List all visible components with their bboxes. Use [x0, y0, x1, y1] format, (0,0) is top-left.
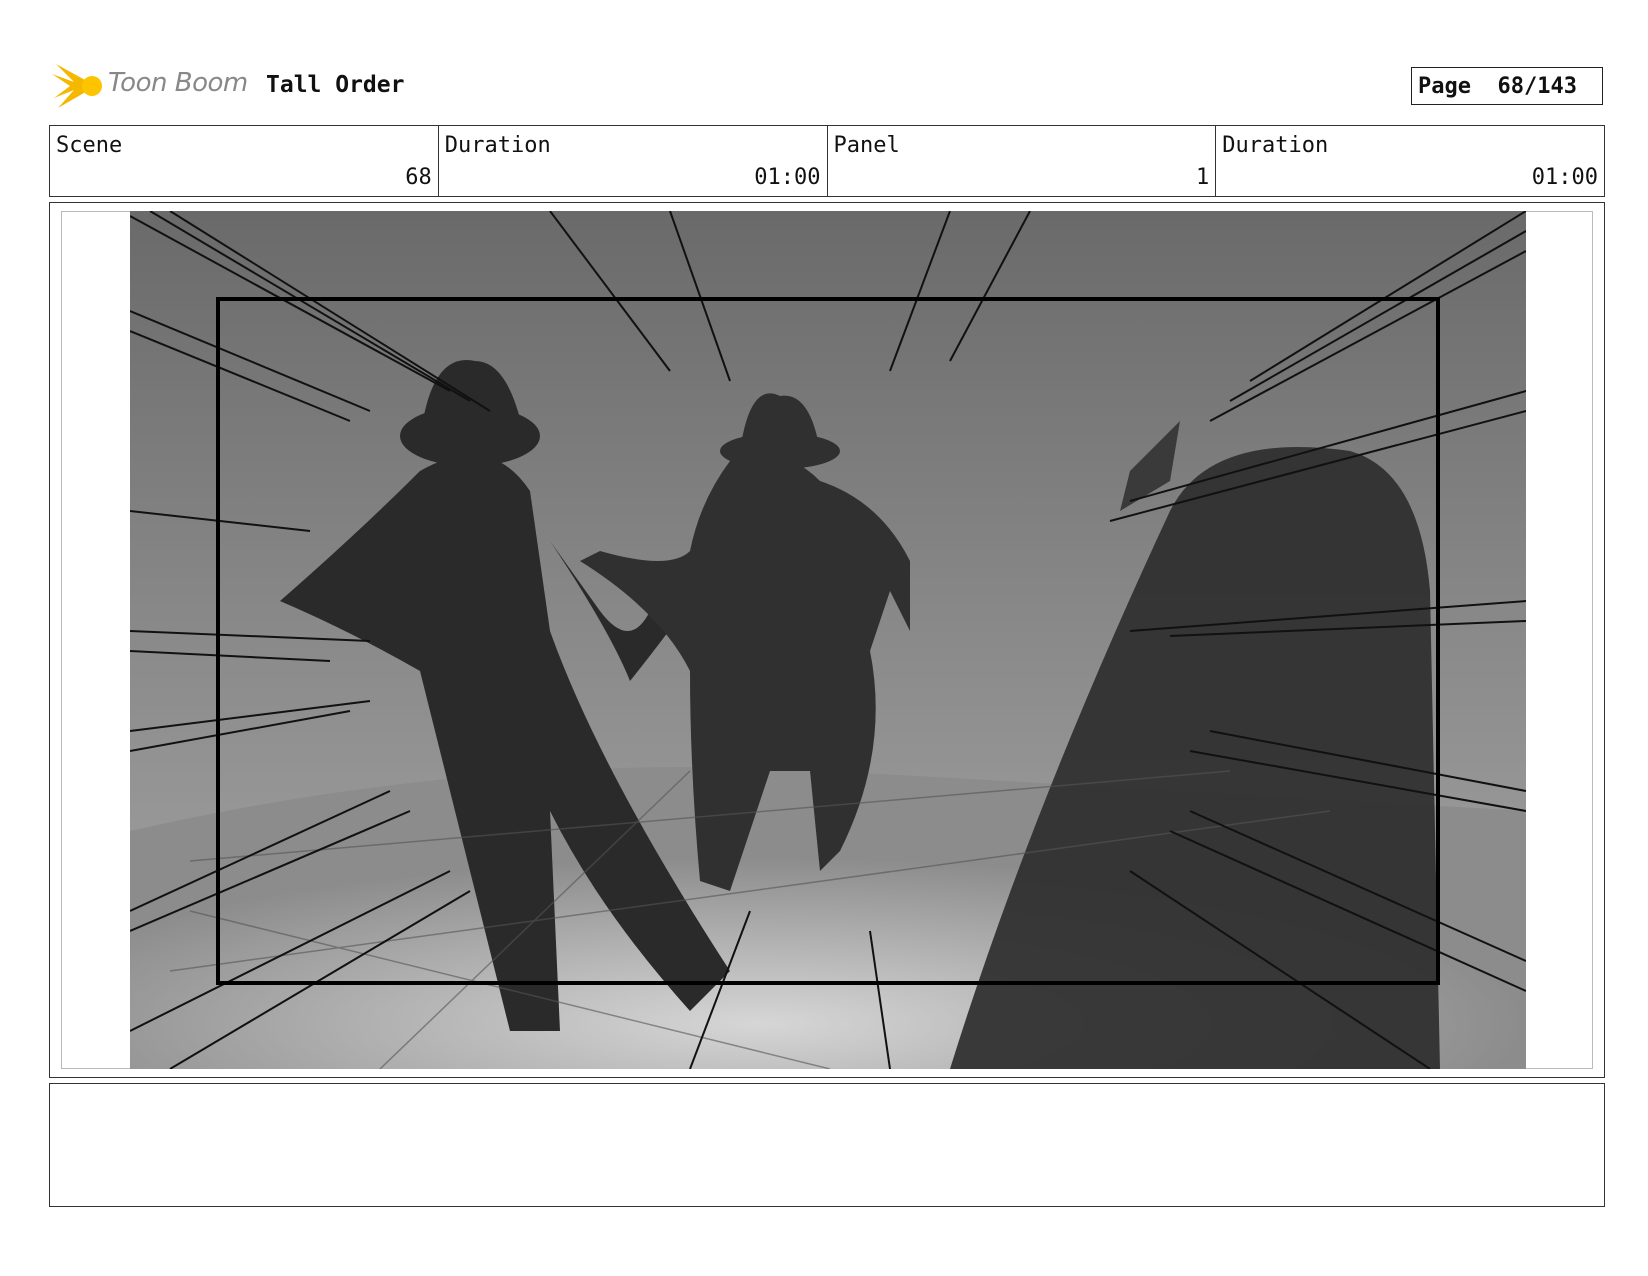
- scene-duration-value: 01:00: [754, 165, 821, 190]
- page-indicator: Page 68/143: [1411, 67, 1603, 105]
- panel-notes[interactable]: [49, 1083, 1605, 1207]
- project-title: Tall Order: [266, 72, 405, 98]
- toon-boom-logo: Toon Boom: [52, 58, 252, 114]
- scene-value: 68: [405, 165, 432, 190]
- panel-duration-value: 01:00: [1531, 165, 1598, 190]
- starburst-icon: [52, 64, 102, 108]
- panel-cell: Panel 1: [828, 126, 1217, 196]
- page-number: 68/143: [1497, 73, 1577, 99]
- storyboard-sketch: [130, 211, 1526, 1069]
- logo-text: Toon Boom: [108, 68, 248, 98]
- panel-duration-cell: Duration 01:00: [1216, 126, 1604, 196]
- scene-label: Scene: [56, 133, 123, 158]
- scene-duration-label: Duration: [444, 133, 551, 158]
- scene-info-table: Scene 68 Duration 01:00 Panel 1 Duration…: [49, 125, 1605, 197]
- panel-value: 1: [1196, 165, 1210, 190]
- scene-duration-cell: Duration 01:00: [439, 126, 828, 196]
- panel-duration-label: Duration: [1222, 133, 1329, 158]
- page-label: Page: [1418, 73, 1471, 99]
- panel-label: Panel: [833, 133, 900, 158]
- scene-cell: Scene 68: [50, 126, 439, 196]
